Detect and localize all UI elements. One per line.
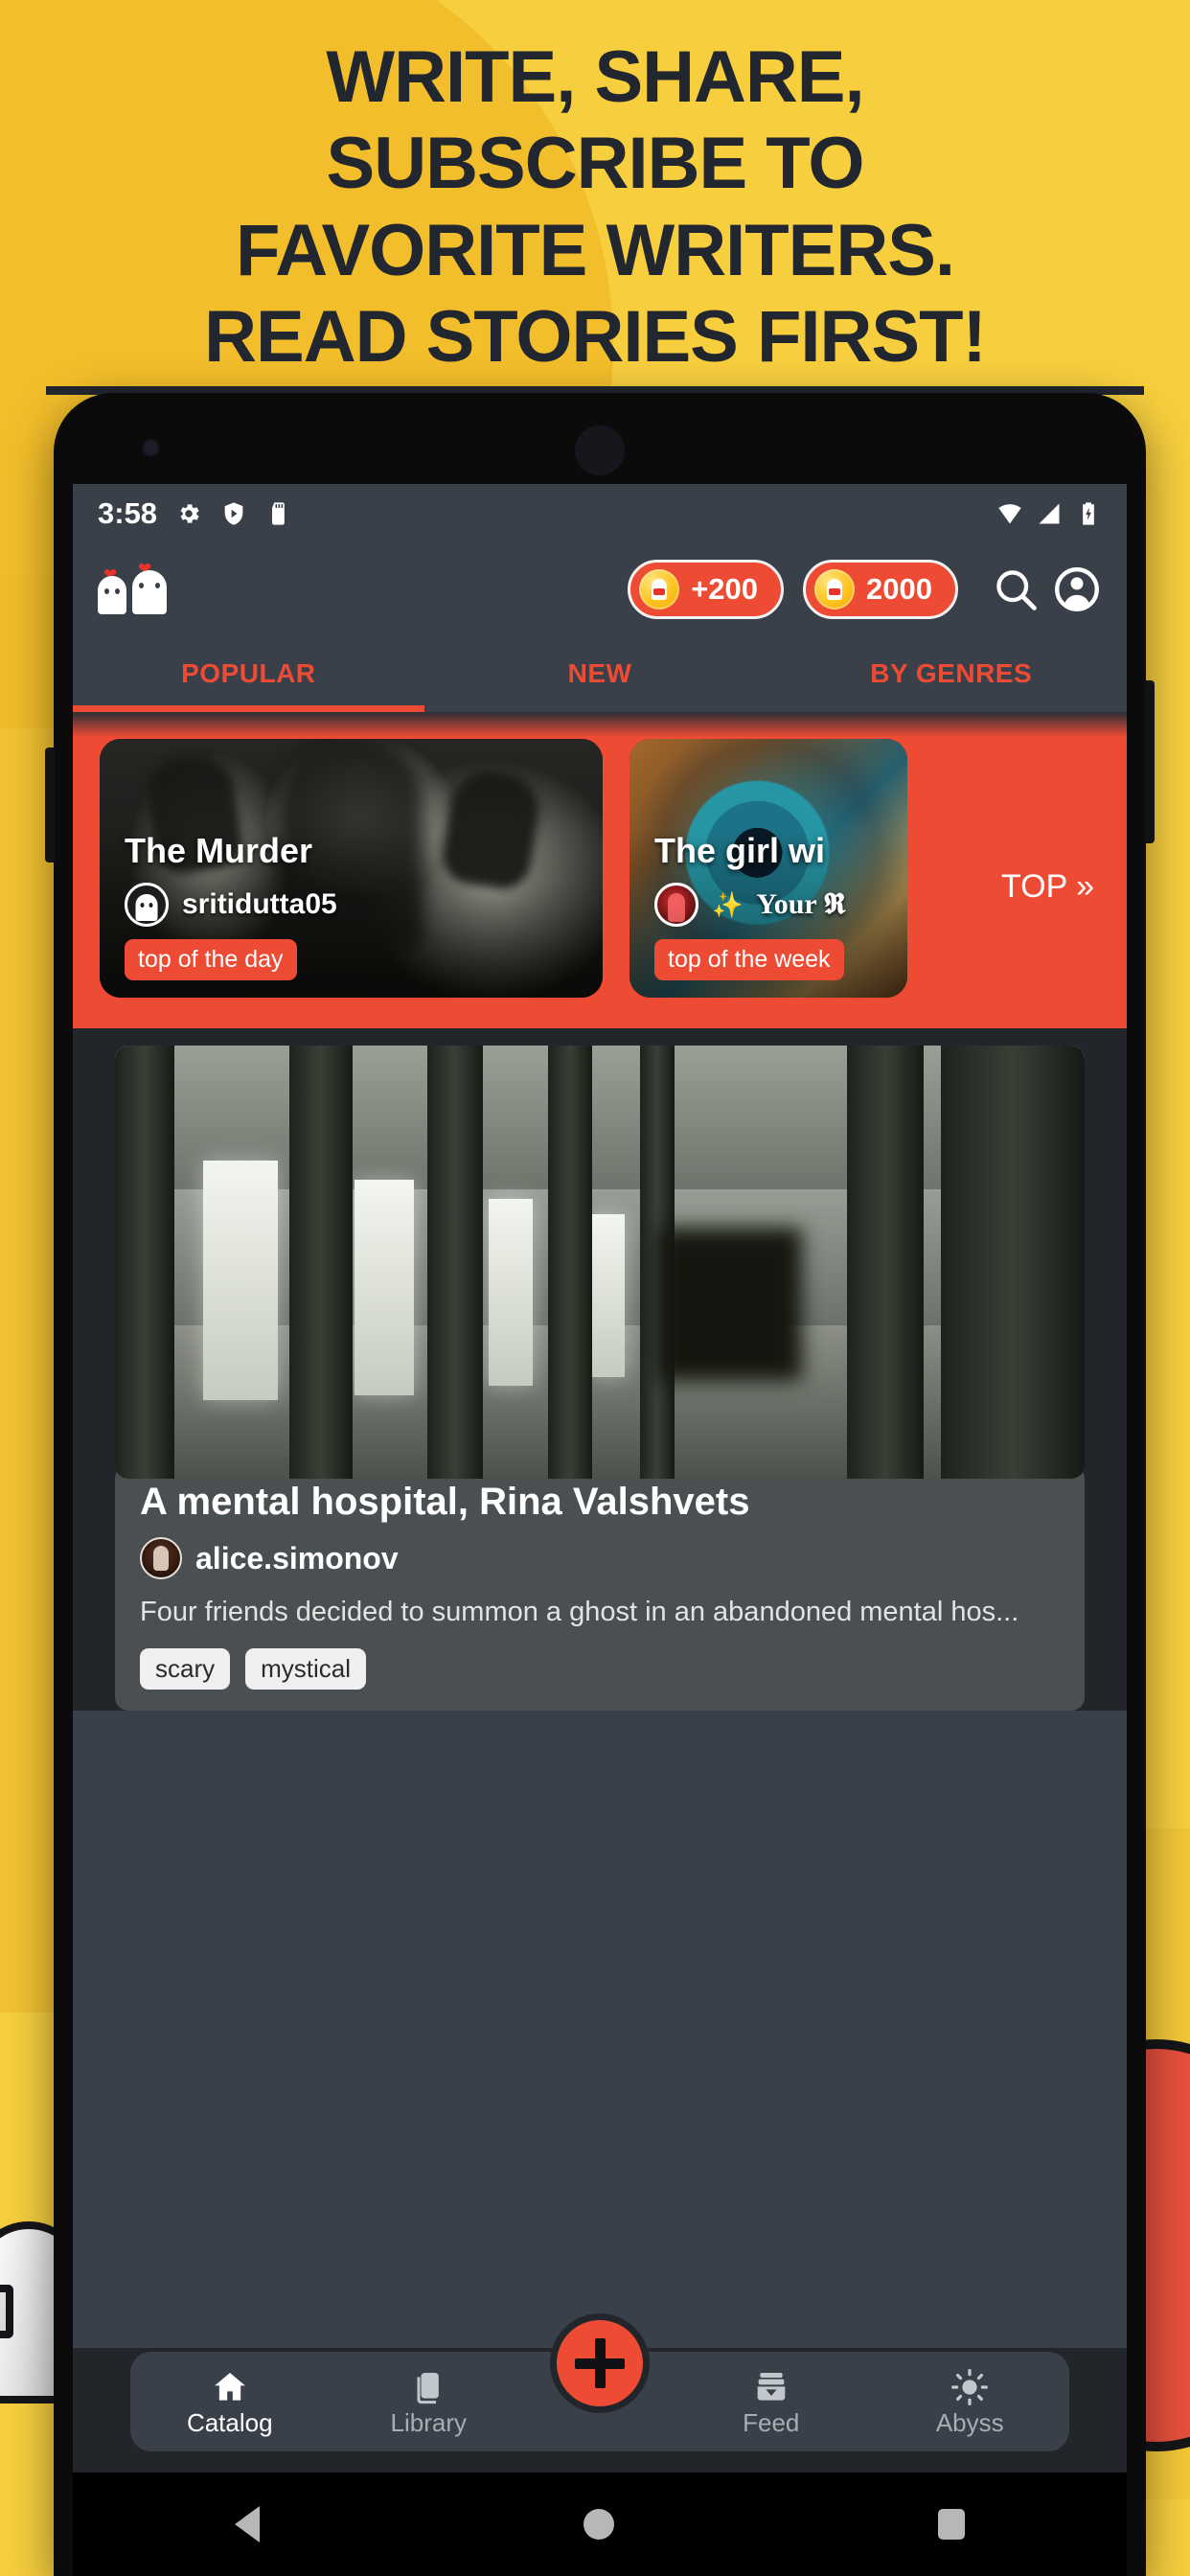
featured-card-title: The girl wi — [654, 831, 826, 870]
featured-carousel[interactable]: The Murder sritidutta05 top of the day T… — [73, 712, 1127, 1028]
tab-popular[interactable]: POPULAR — [73, 635, 424, 712]
top-link[interactable]: TOP » — [1001, 862, 1094, 906]
story-author[interactable]: alice.simonov — [140, 1537, 1060, 1579]
headline-line-2: SUBSCRIBE TO — [326, 123, 865, 205]
battery-charging-icon — [1083, 502, 1094, 525]
status-bar-right — [996, 500, 1102, 527]
featured-card-title: The Murder — [125, 831, 313, 870]
category-tabs: POPULAR NEW BY GENRES — [73, 635, 1127, 712]
featured-card[interactable]: The Murder sritidutta05 top of the day — [100, 739, 603, 998]
headline-line-1: WRITE, SHARE, — [326, 36, 864, 118]
story-tag[interactable]: scary — [140, 1648, 231, 1690]
status-clock: 3:58 — [98, 496, 158, 530]
coin-icon — [814, 569, 856, 610]
story-tags: scary mystical — [140, 1648, 1060, 1690]
promo-headline: WRITE, SHARE, SUBSCRIBE TO FAVORITE WRIT… — [0, 34, 1190, 396]
coin-balance-chip[interactable]: 2000 — [803, 560, 958, 619]
featured-card-author-name: sritidutta05 — [182, 888, 337, 920]
nav-item-abyss-label: Abyss — [935, 2408, 1004, 2437]
shield-play-icon — [224, 502, 243, 525]
story-title: A mental hospital, Rina Valshvets — [140, 1481, 750, 1523]
headline-line-4: READ STORIES FIRST! — [204, 295, 987, 378]
phone-screen: 3:58 ❤ ❤ +200 2000 POPULAR NEW BY GENRES… — [73, 484, 1127, 2472]
nav-item-library[interactable]: Library — [330, 2368, 529, 2435]
tab-by-genres[interactable]: BY GENRES — [775, 635, 1127, 712]
sun-icon — [951, 2369, 989, 2405]
featured-card-badge: top of the day — [125, 939, 297, 980]
coin-chips: +200 2000 — [628, 560, 958, 619]
story-tag[interactable]: mystical — [245, 1648, 367, 1690]
red-figure-avatar-icon — [654, 883, 698, 927]
status-bar: 3:58 — [73, 484, 1127, 543]
phone-side-button-left — [45, 748, 55, 862]
ghost-couple-icon-second: ❤ — [132, 561, 167, 614]
signal-icon — [1039, 503, 1060, 524]
author-avatar — [140, 1537, 182, 1579]
tab-new[interactable]: NEW — [424, 635, 776, 712]
nav-item-feed-label: Feed — [743, 2408, 800, 2437]
nav-item-catalog[interactable]: Catalog — [130, 2368, 330, 2435]
featured-card-author[interactable]: ✨ Your 𝕽 — [654, 883, 892, 927]
nav-item-catalog-label: Catalog — [186, 2408, 273, 2437]
app-header: ❤ ❤ +200 2000 — [73, 543, 1127, 635]
bottom-navigation: Catalog Library Feed Abyss — [73, 2313, 1127, 2472]
recents-icon[interactable] — [938, 2509, 965, 2540]
headline-line-3: FAVORITE WRITERS. — [235, 209, 955, 291]
create-story-fab[interactable] — [550, 2313, 650, 2413]
phone-mockup: 3:58 ❤ ❤ +200 2000 POPULAR NEW BY GENRES… — [45, 393, 1155, 2576]
featured-card-author-name: Your 𝕽 — [756, 888, 846, 920]
corridor-illustration — [115, 1046, 1085, 1479]
sd-card-icon — [272, 502, 285, 525]
plus-icon-vertical — [594, 2338, 606, 2388]
home-circle-icon[interactable] — [584, 2509, 614, 2540]
featured-card[interactable]: The girl wi ✨ Your 𝕽 top of the week — [629, 739, 907, 998]
phone-side-button-right — [1145, 680, 1155, 843]
search-icon[interactable] — [991, 564, 1041, 614]
phone-camera-dot — [142, 439, 160, 457]
status-bar-left: 3:58 — [98, 496, 292, 531]
featured-card-badge: top of the week — [654, 939, 844, 980]
sparkle-icon: ✨ — [712, 889, 744, 919]
featured-card-body: The Murder sritidutta05 top of the day — [125, 831, 587, 980]
nav-item-abyss[interactable]: Abyss — [871, 2368, 1070, 2435]
story-card[interactable]: A mental hospital, Rina Valshvets alice.… — [73, 1028, 1127, 1712]
book-icon — [417, 2373, 440, 2404]
featured-card-body: The girl wi ✨ Your 𝕽 top of the week — [654, 831, 892, 980]
wifi-icon — [998, 504, 1021, 524]
gear-icon — [180, 504, 199, 523]
story-cover-image — [115, 1046, 1085, 1479]
coin-bonus-label: +200 — [691, 572, 759, 606]
tab-by-genres-label: BY GENRES — [870, 658, 1033, 688]
nav-item-library-label: Library — [390, 2408, 467, 2437]
tab-popular-label: POPULAR — [181, 658, 316, 688]
ghost-couple-icon: ❤ — [98, 566, 126, 614]
account-icon[interactable] — [1052, 564, 1102, 614]
android-navigation-bar — [73, 2472, 1127, 2576]
coin-balance-label: 2000 — [866, 572, 932, 606]
phone-camera-punchhole — [575, 426, 625, 475]
story-meta: A mental hospital, Rina Valshvets alice.… — [115, 1465, 1085, 1712]
story-author-name: alice.simonov — [195, 1540, 399, 1576]
brand-logo[interactable]: ❤ ❤ — [98, 561, 241, 614]
inbox-icon — [757, 2373, 786, 2401]
nav-item-feed[interactable]: Feed — [672, 2368, 871, 2435]
active-tab-indicator — [73, 705, 424, 712]
tab-new-label: NEW — [567, 658, 632, 688]
coin-icon — [639, 569, 680, 610]
back-icon[interactable] — [235, 2506, 260, 2542]
featured-card-author[interactable]: sritidutta05 — [125, 883, 587, 927]
coin-bonus-chip[interactable]: +200 — [628, 560, 785, 619]
home-icon — [214, 2373, 245, 2401]
ghost-avatar-icon — [125, 883, 169, 927]
story-description: Four friends decided to summon a ghost i… — [140, 1597, 1019, 1627]
